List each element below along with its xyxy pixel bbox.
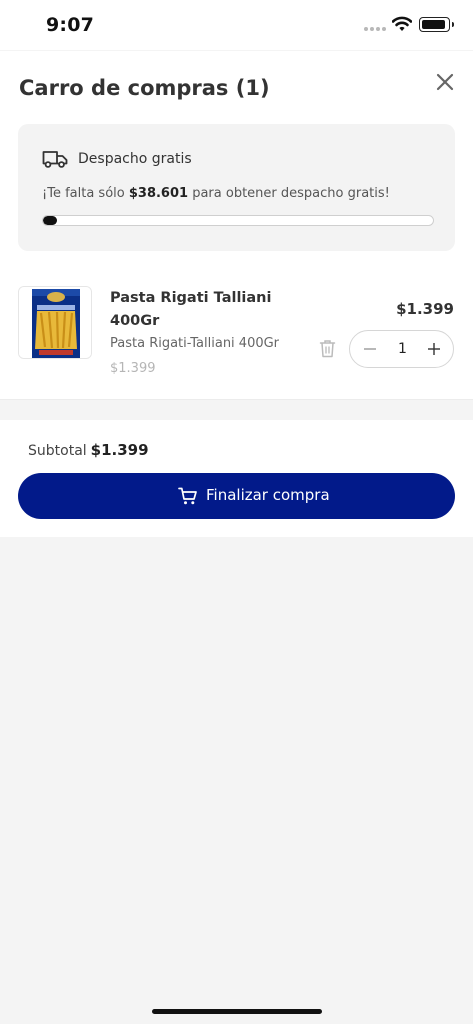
cart-icon <box>178 487 197 505</box>
checkout-label: Finalizar compra <box>206 486 330 504</box>
cart-sheet: Carro de compras (1) Despacho gratis ¡Te… <box>0 51 473 537</box>
shipping-missing-amount: $38.601 <box>128 186 189 201</box>
subtotal: Subtotal $1.399 <box>28 441 149 459</box>
pasta-package-image <box>19 287 91 358</box>
subtotal-label: Subtotal <box>28 443 87 459</box>
shipping-title: Despacho gratis <box>78 151 192 167</box>
shipping-progress-bar <box>42 215 434 226</box>
shipping-msg-prefix: ¡Te falta sólo <box>42 186 129 201</box>
quantity-stepper: 1 <box>349 330 454 368</box>
cart-item: Pasta Rigati Talliani 400Gr Pasta Rigati… <box>0 266 473 386</box>
product-unit-price: $1.399 <box>110 361 156 376</box>
product-name[interactable]: Pasta Rigati Talliani 400Gr <box>110 287 280 333</box>
home-indicator[interactable] <box>152 1009 322 1014</box>
status-time: 9:07 <box>46 14 95 36</box>
product-total-price: $1.399 <box>396 300 454 318</box>
free-shipping-box: Despacho gratis ¡Te falta sólo $38.601 p… <box>18 124 455 251</box>
plus-icon[interactable] <box>427 340 441 358</box>
subtotal-value: $1.399 <box>90 441 149 459</box>
shipping-progress-fill <box>43 216 57 225</box>
product-description: Pasta Rigati-Talliani 400Gr <box>110 336 280 351</box>
cart-title: Carro de compras (1) <box>19 76 270 100</box>
battery-icon <box>419 17 454 32</box>
product-image[interactable] <box>18 286 92 359</box>
wifi-icon <box>392 16 412 31</box>
truck-icon <box>42 151 68 168</box>
trash-icon[interactable] <box>319 339 336 358</box>
section-gap <box>0 400 473 420</box>
shipping-msg-suffix: para obtener despacho gratis! <box>188 186 390 201</box>
checkout-button[interactable]: Finalizar compra <box>18 473 455 519</box>
status-bar: 9:07 <box>0 0 473 50</box>
shipping-message: ¡Te falta sólo $38.601 para obtener desp… <box>42 186 390 201</box>
close-icon[interactable] <box>434 71 456 93</box>
signal-icon <box>364 27 386 33</box>
